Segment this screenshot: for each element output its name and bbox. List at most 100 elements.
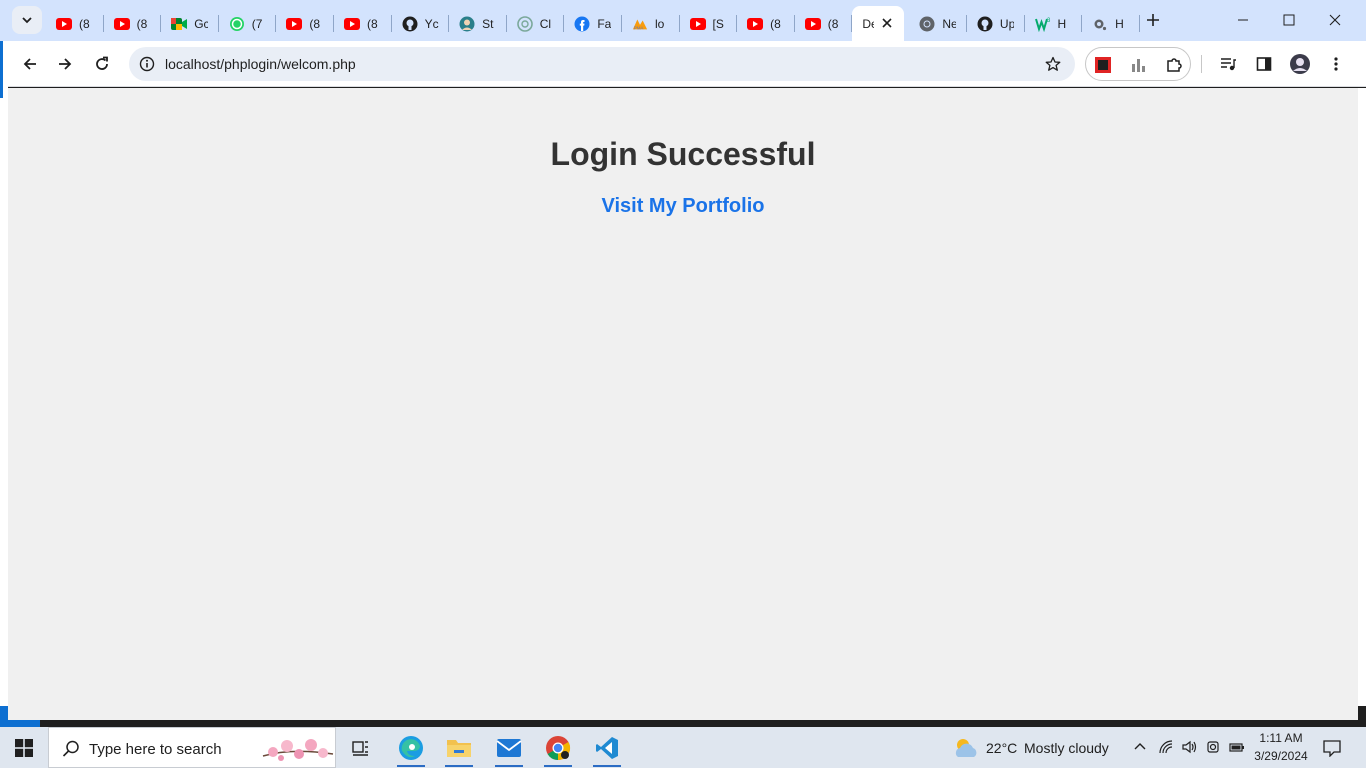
active-tab[interactable]: De: [852, 6, 905, 41]
clock-date[interactable]: 3/29/2024: [1250, 749, 1312, 763]
battery-tray-button[interactable]: [1227, 737, 1247, 757]
side-panel-button[interactable]: [1249, 49, 1279, 79]
visit-portfolio-link[interactable]: Visit My Portfolio: [602, 195, 765, 217]
browser-tab[interactable]: St: [449, 6, 507, 41]
vscode-taskbar-button[interactable]: [584, 727, 630, 768]
wifi-icon: [1159, 740, 1173, 754]
weather-description[interactable]: Mostly cloudy: [1024, 740, 1109, 756]
browser-tab[interactable]: (8: [276, 6, 334, 41]
portfolio-link-wrap: Visit My Portfolio: [8, 195, 1358, 218]
notification-center-button[interactable]: [1320, 737, 1344, 759]
more-vertical-icon: [1334, 57, 1338, 71]
tab-title: Fa: [597, 16, 612, 31]
forward-button[interactable]: [50, 49, 80, 79]
edge-taskbar-button[interactable]: [388, 727, 434, 768]
browser-tab[interactable]: PMA lo: [622, 6, 680, 41]
page-viewport: Login Successful Visit My Portfolio: [8, 88, 1358, 720]
reload-icon: [96, 56, 108, 70]
browser-tab[interactable]: 3H: [1025, 6, 1083, 41]
task-view-button[interactable]: [338, 727, 384, 768]
close-window-button[interactable]: [1312, 0, 1358, 40]
new-tab-button[interactable]: [1142, 9, 1164, 31]
clock-time[interactable]: 1:11 AM: [1256, 731, 1306, 745]
folder-icon: [447, 739, 471, 757]
tab-title: (7: [251, 16, 263, 31]
youtube-icon: [689, 16, 706, 32]
tab-list: (8 (8 Gc (7 (8 (8 YcStCl Fa PMA lo [S (8 (8 De Ne Up 3HH: [46, 6, 1140, 41]
volume-tray-button[interactable]: [1179, 737, 1199, 757]
taskbar-search-box[interactable]: Type here to search: [48, 727, 336, 768]
browser-tab[interactable]: (8: [334, 6, 392, 41]
browser-tab[interactable]: Yc: [392, 6, 450, 41]
google-meet-icon: [171, 16, 188, 32]
mail-taskbar-button[interactable]: [486, 727, 532, 768]
camera-tray-button[interactable]: [1203, 737, 1223, 757]
minimize-icon: [1238, 19, 1248, 21]
bar-chart-extension-icon[interactable]: [1128, 55, 1148, 75]
show-hidden-icons-button[interactable]: [1130, 737, 1150, 757]
tab-strip: (8 (8 Gc (7 (8 (8 YcStCl Fa PMA lo [S (8 (8 De Ne Up 3HH: [0, 0, 1366, 41]
pdf-extension-icon[interactable]: [1093, 55, 1113, 75]
youtube-icon: [56, 16, 72, 32]
network-tray-button[interactable]: [1156, 737, 1176, 757]
menu-button[interactable]: [1321, 49, 1351, 79]
user-avatar-icon: [459, 16, 475, 32]
taskbar: Type here to search 22°C Mostly cloudy 1…: [0, 727, 1366, 768]
puzzle-extensions-icon[interactable]: [1164, 55, 1184, 75]
running-indicator: [593, 765, 621, 767]
address-bar[interactable]: localhost/phplogin/welcom.php: [129, 47, 1075, 81]
tab-title: Gc: [194, 16, 209, 31]
browser-tab[interactable]: (8: [795, 6, 853, 41]
tab-title: lo: [654, 16, 665, 31]
bookmark-star-icon[interactable]: [1043, 54, 1063, 74]
maximize-icon: [1283, 14, 1295, 26]
running-indicator: [544, 765, 572, 767]
file-explorer-taskbar-button[interactable]: [436, 727, 482, 768]
close-icon: [1329, 14, 1341, 26]
browser-tab[interactable]: H: [1082, 6, 1140, 41]
phpmyadmin-icon: PMA: [632, 16, 648, 32]
minimize-button[interactable]: [1220, 0, 1266, 40]
task-view-icon: [352, 740, 368, 756]
browser-tab[interactable]: (8: [737, 6, 795, 41]
close-tab-icon[interactable]: [878, 14, 896, 32]
tab-title: (8: [366, 16, 378, 31]
tab-title: (8: [770, 16, 781, 31]
tab-search-button[interactable]: [12, 6, 42, 34]
tab-title: (8: [309, 16, 321, 31]
tab-title: (8: [79, 16, 90, 31]
browser-tab[interactable]: Cl: [507, 6, 565, 41]
url-text[interactable]: localhost/phplogin/welcom.php: [165, 56, 356, 72]
weather-temperature[interactable]: 22°C: [986, 740, 1017, 756]
site-info-icon[interactable]: [137, 54, 157, 74]
reload-button[interactable]: [87, 49, 117, 79]
github-icon: [402, 16, 418, 32]
browser-tab[interactable]: [S: [680, 6, 738, 41]
whatsapp-icon: [229, 16, 245, 32]
github-icon: [977, 16, 993, 32]
browser-tab[interactable]: (8: [46, 6, 104, 41]
svg-text:PMA: PMA: [634, 25, 644, 30]
back-button[interactable]: [15, 49, 45, 79]
svg-text:3: 3: [1047, 18, 1051, 24]
browser-tab[interactable]: (7: [219, 6, 277, 41]
browser-tab[interactable]: Fa: [564, 6, 622, 41]
side-panel-icon: [1256, 57, 1272, 71]
notification-icon: [1323, 740, 1341, 757]
browser-tab[interactable]: (8: [104, 6, 162, 41]
tab-title: De: [862, 16, 874, 31]
chrome-taskbar-button[interactable]: [535, 727, 581, 768]
youtube-icon: [804, 16, 821, 32]
tab-title: Up: [999, 16, 1014, 31]
maximize-button[interactable]: [1266, 0, 1312, 40]
start-button[interactable]: [0, 727, 48, 768]
browser-tab[interactable]: Up: [967, 6, 1025, 41]
facebook-icon: [574, 16, 590, 32]
tab-title: (8: [136, 16, 148, 31]
browser-tab[interactable]: Ne: [909, 6, 967, 41]
media-control-button[interactable]: [1213, 49, 1243, 79]
profile-button[interactable]: [1285, 49, 1315, 79]
tab-title: Ne: [942, 16, 957, 31]
browser-tab[interactable]: Gc: [161, 6, 219, 41]
w3schools-icon: 3: [1034, 16, 1051, 32]
